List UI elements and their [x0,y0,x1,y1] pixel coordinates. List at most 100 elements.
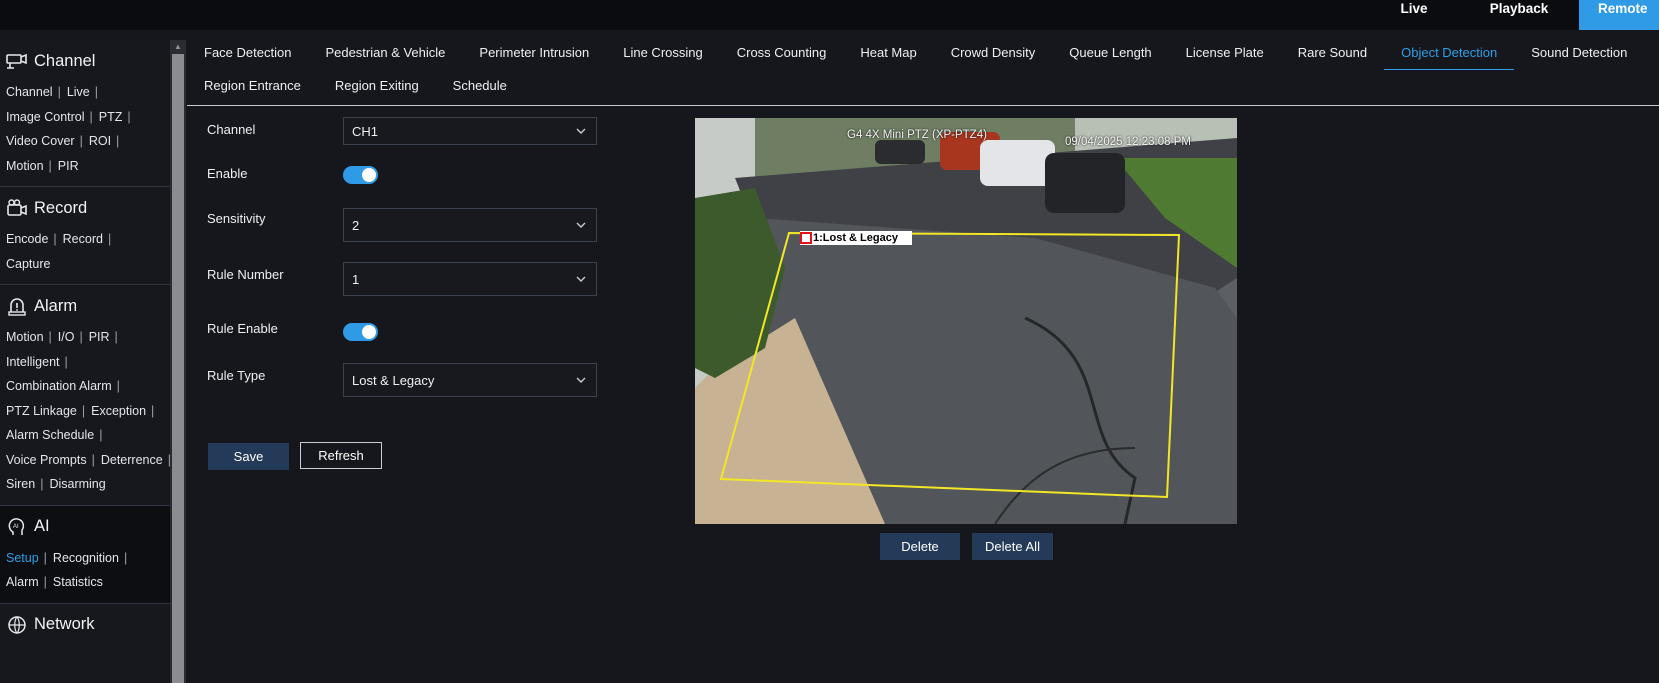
sidebar-item-deterrence[interactable]: Deterrence [101,453,163,467]
sidebar-item-alarm-pir[interactable]: PIR [89,330,110,344]
sidebar-item-siren[interactable]: Siren [6,477,35,491]
sidebar-item-voice-prompts[interactable]: Voice Prompts [6,453,87,467]
sidebar-item-ai-alarm[interactable]: Alarm [6,575,39,589]
tab-perimeter-intrusion[interactable]: Perimeter Intrusion [462,40,606,70]
tab-region-entrance[interactable]: Region Entrance [187,73,318,103]
sidebar-item-io[interactable]: I/O [58,330,75,344]
tab-rare-sound[interactable]: Rare Sound [1281,40,1384,70]
sidebar-item-image-control[interactable]: Image Control [6,110,85,124]
tab-object-detection[interactable]: Object Detection [1384,40,1515,70]
sidebar-header-channel[interactable]: Channel [6,40,180,80]
chevron-down-icon [576,377,586,383]
sidebar-item-statistics[interactable]: Statistics [53,575,103,589]
network-icon [6,614,28,636]
nav-playback[interactable]: Playback [1459,0,1579,30]
sidebar-item-roi[interactable]: ROI [89,134,111,148]
tab-line-crossing[interactable]: Line Crossing [606,40,720,70]
svg-text:AI: AI [13,524,19,530]
refresh-button[interactable]: Refresh [300,442,382,469]
rule-number-value: 1 [352,271,360,287]
tab-schedule[interactable]: Schedule [436,73,524,103]
sidebar-item-ptz-linkage[interactable]: PTZ Linkage [6,404,77,418]
delete-button[interactable]: Delete [880,533,960,560]
sidebar-item-motion[interactable]: Motion [6,159,44,173]
sidebar-section-channel: Channel Channel | Live | Image Control | PTZ |… [0,40,180,187]
sidebar-header-alarm[interactable]: Alarm [6,285,180,325]
sidebar-section-alarm: Alarm Motion | I/O | PIR | Intelligent | Combi… [0,285,180,506]
tab-queue-length[interactable]: Queue Length [1052,40,1168,70]
sidebar-item-capture[interactable]: Capture [6,257,50,271]
scroll-up-arrow-icon[interactable]: ▲ [170,40,186,52]
nav-live[interactable]: Live [1369,0,1459,30]
sidebar-item-combination-alarm[interactable]: Combination Alarm [6,379,112,393]
ai-head-icon: AI [6,516,28,538]
sidebar-header-ai[interactable]: AI AI [6,506,180,546]
sidebar-item-video-cover[interactable]: Video Cover [6,134,75,148]
enable-toggle[interactable] [343,166,378,184]
ai-function-tabs: Face Detection Pedestrian & Vehicle Peri… [187,40,1659,106]
sidebar-item-intelligent[interactable]: Intelligent [6,355,60,369]
rule-number-select[interactable]: 1 [343,262,597,296]
sidebar-item-record[interactable]: Record [63,232,103,246]
tab-license-plate[interactable]: License Plate [1169,40,1281,70]
sidebar: Channel Channel | Live | Image Control | PTZ |… [0,40,180,683]
tab-heat-map[interactable]: Heat Map [843,40,933,70]
rule-enable-label: Rule Enable [207,321,278,336]
sidebar-links-alarm: Motion | I/O | PIR | Intelligent | Combination… [6,330,171,491]
rule-handle[interactable] [800,232,812,244]
sidebar-scrollbar[interactable]: ▲ [170,40,186,683]
tab-pedestrian-vehicle[interactable]: Pedestrian & Vehicle [308,40,462,70]
chevron-down-icon [576,276,586,282]
sensitivity-select[interactable]: 2 [343,208,597,242]
scrollbar-thumb[interactable] [172,54,184,683]
sidebar-item-exception[interactable]: Exception [91,404,146,418]
chevron-down-icon [576,222,586,228]
sidebar-header-record[interactable]: Record [6,187,180,227]
tab-region-exiting[interactable]: Region Exiting [318,73,436,103]
object-detection-form: Channel CH1 Enable Sensitivity 2 Rule Nu… [207,117,607,397]
sidebar-item-alarm-schedule[interactable]: Alarm Schedule [6,428,94,442]
sidebar-item-alarm-motion[interactable]: Motion [6,330,44,344]
rule-type-select[interactable]: Lost & Legacy [343,363,597,397]
sidebar-item-encode[interactable]: Encode [6,232,48,246]
sidebar-header-network[interactable]: Network [6,604,180,644]
camera-scene [695,118,1237,524]
sensitivity-label: Sensitivity [207,211,266,226]
sidebar-section-record: Record Encode | Record | Capture [0,187,180,285]
rule-number-label: Rule Number [207,267,284,282]
sidebar-title-ai: AI [34,517,50,535]
row-enable: Enable [207,166,607,200]
chevron-down-icon [576,128,586,134]
sidebar-item-disarming[interactable]: Disarming [49,477,105,491]
sidebar-item-live[interactable]: Live [67,85,90,99]
tab-crowd-density[interactable]: Crowd Density [934,40,1053,70]
row-rule-type: Rule Type Lost & Legacy [207,363,607,402]
sidebar-title-network: Network [34,615,95,633]
sidebar-links-ai: Setup | Recognition | Alarm | Statistics [6,550,128,590]
sidebar-title-record: Record [34,198,88,217]
sidebar-title-alarm: Alarm [34,296,78,315]
rule-label-text: 1:Lost & Legacy [813,232,898,244]
camera-preview[interactable]: G4 4X Mini PTZ (XP-PTZ4) 09/04/2025 12:2… [695,118,1237,524]
timestamp-osd: 09/04/2025 12:23:08 PM [1065,136,1191,148]
tab-face-detection[interactable]: Face Detection [187,40,308,70]
delete-all-button[interactable]: Delete All [972,533,1053,560]
sidebar-item-setup[interactable]: Setup [6,551,39,565]
tab-sound-detection[interactable]: Sound Detection [1514,40,1644,70]
sidebar-item-recognition[interactable]: Recognition [53,551,119,565]
tab-row-1: Face Detection Pedestrian & Vehicle Peri… [187,40,1644,70]
save-button[interactable]: Save [208,443,289,470]
tab-cross-counting[interactable]: Cross Counting [720,40,844,70]
rule-enable-toggle[interactable] [343,323,378,341]
sensitivity-value: 2 [352,217,360,233]
nav-remote[interactable]: Remote [1579,0,1659,30]
row-rule-enable: Rule Enable [207,321,607,355]
sidebar-item-pir[interactable]: PIR [58,159,79,173]
camera-name-osd: G4 4X Mini PTZ (XP-PTZ4) [847,129,987,141]
row-channel: Channel CH1 [207,117,607,152]
sidebar-item-ptz[interactable]: PTZ [99,110,123,124]
channel-select[interactable]: CH1 [343,117,597,145]
camera-icon [6,50,28,72]
sidebar-links-record: Encode | Record | Capture [6,232,112,271]
sidebar-item-channel[interactable]: Channel [6,85,53,99]
